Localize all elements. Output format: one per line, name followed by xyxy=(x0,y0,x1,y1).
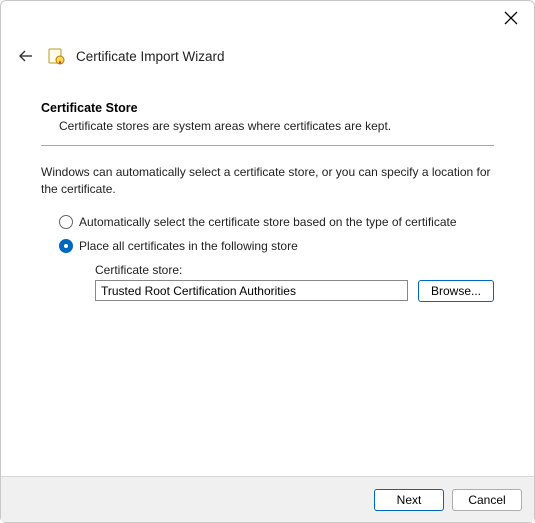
radio-group: Automatically select the certificate sto… xyxy=(59,215,494,302)
browse-button[interactable]: Browse... xyxy=(418,280,494,302)
store-input-row: Browse... xyxy=(95,280,494,302)
store-row: Certificate store: Browse... xyxy=(95,263,494,302)
back-arrow-icon xyxy=(16,46,36,66)
store-label: Certificate store: xyxy=(95,263,494,277)
section-title: Certificate Store xyxy=(41,101,494,115)
radio-auto-label: Automatically select the certificate sto… xyxy=(79,215,457,229)
certificate-store-input[interactable] xyxy=(95,280,408,301)
section-description: Certificate stores are system areas wher… xyxy=(59,119,494,133)
footer: Next Cancel xyxy=(1,476,534,522)
back-button[interactable] xyxy=(16,46,36,66)
next-button[interactable]: Next xyxy=(374,489,444,511)
header: Certificate Import Wizard xyxy=(16,41,519,71)
page-title: Certificate Import Wizard xyxy=(76,49,225,64)
radio-auto-select[interactable]: Automatically select the certificate sto… xyxy=(59,215,494,229)
radio-icon-unselected xyxy=(59,215,73,229)
radio-place-store[interactable]: Place all certificates in the following … xyxy=(59,239,494,253)
radio-icon-selected xyxy=(59,239,73,253)
section-divider xyxy=(41,145,494,146)
content-area: Certificate Store Certificate stores are… xyxy=(41,101,494,302)
close-button[interactable] xyxy=(504,11,520,27)
radio-place-label: Place all certificates in the following … xyxy=(79,239,298,253)
close-icon xyxy=(504,11,518,25)
body-text: Windows can automatically select a certi… xyxy=(41,164,494,199)
certificate-wizard-icon xyxy=(46,46,66,66)
cancel-button[interactable]: Cancel xyxy=(452,489,522,511)
